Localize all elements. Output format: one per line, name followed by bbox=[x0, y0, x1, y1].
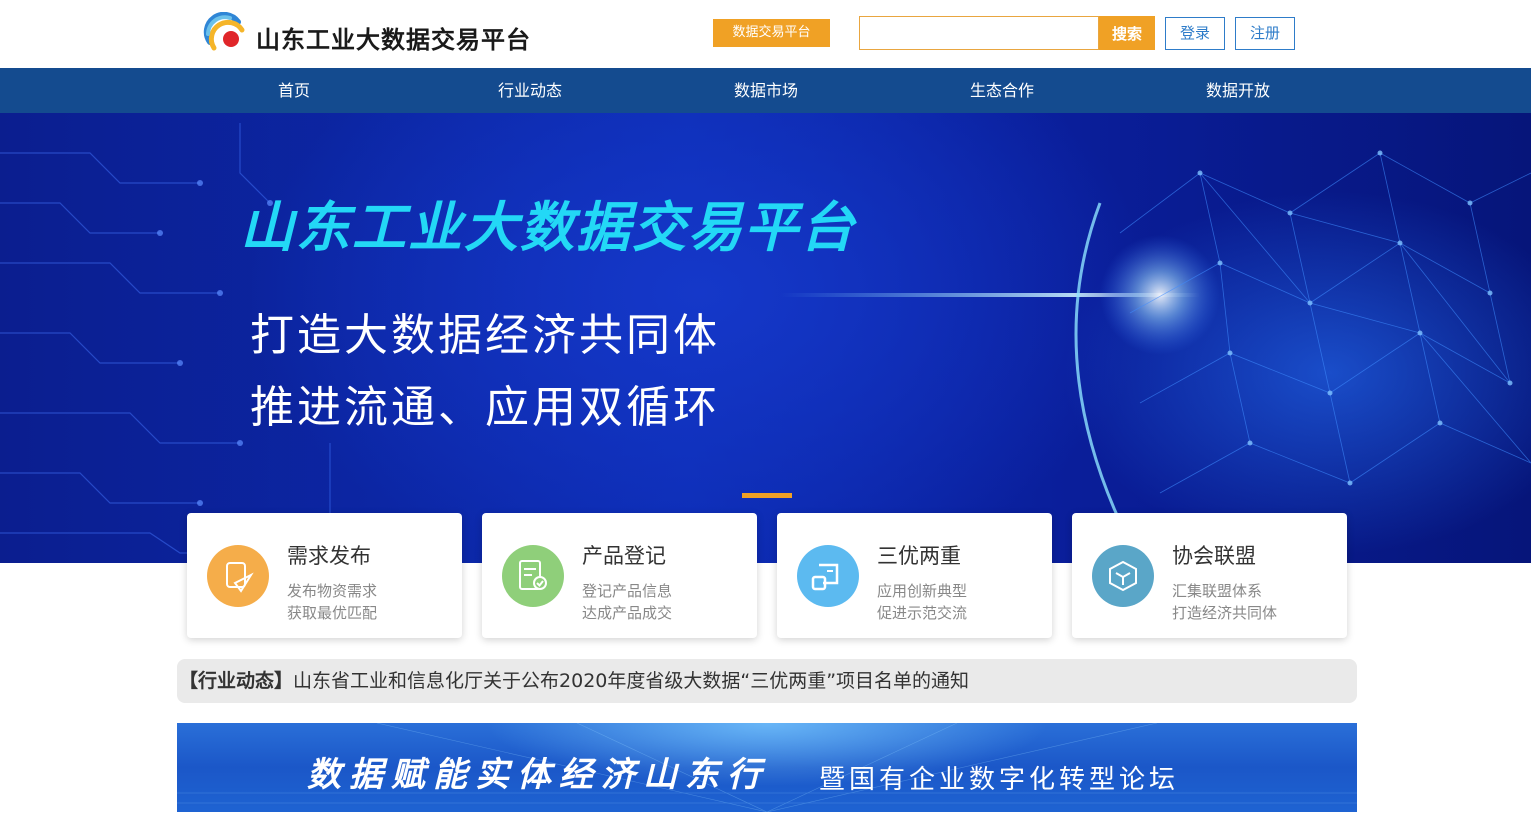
forum-subtitle: 暨国有企业数字化转型论坛 bbox=[819, 765, 1180, 795]
login-button[interactable]: 登录 bbox=[1165, 17, 1225, 50]
news-headline-link[interactable]: 山东省工业和信息化厅关于公布2020年度省级大数据“三优两重”项目名单的通知 bbox=[293, 670, 969, 692]
card-subtitle: 应用创新典型 bbox=[877, 582, 968, 600]
card-demand-publish[interactable]: 需求发布 发布物资需求 获取最优匹配 bbox=[187, 513, 462, 638]
card-title: 协会联盟 bbox=[1172, 544, 1256, 568]
banner-slogan-1: 打造大数据经济共同体 bbox=[250, 310, 720, 361]
card-subtitle: 促进示范交流 bbox=[877, 604, 968, 622]
card-association-alliance[interactable]: 协会联盟 汇集联盟体系 打造经济共同体 bbox=[1072, 513, 1347, 638]
logo-icon[interactable] bbox=[202, 12, 248, 58]
banner-slogan-2: 推进流通、应用双循环 bbox=[250, 382, 720, 433]
platform-badge[interactable]: 数据交易平台 bbox=[713, 19, 830, 47]
nav-item-ecosystem[interactable]: 生态合作 bbox=[884, 68, 1120, 113]
scroll-icon bbox=[797, 545, 859, 607]
card-subtitle: 打造经济共同体 bbox=[1172, 604, 1278, 622]
card-subtitle: 发布物资需求 bbox=[287, 582, 378, 600]
hero-banner[interactable]: 山东工业大数据交易平台 打造大数据经济共同体 推进流通、应用双循环 bbox=[0, 113, 1531, 563]
banner-title: 山东工业大数据交易平台 bbox=[240, 196, 856, 259]
carousel-indicator-active[interactable] bbox=[742, 493, 792, 498]
card-three-excellent[interactable]: 三优两重 应用创新典型 促进示范交流 bbox=[777, 513, 1052, 638]
card-title: 需求发布 bbox=[287, 544, 371, 568]
news-ticker[interactable]: 【行业动态】山东省工业和信息化厅关于公布2020年度省级大数据“三优两重”项目名… bbox=[177, 659, 1357, 703]
main-nav: 首页 行业动态 数据市场 生态合作 数据开放 bbox=[0, 68, 1531, 113]
card-title: 三优两重 bbox=[877, 544, 961, 568]
register-button[interactable]: 注册 bbox=[1235, 17, 1295, 50]
nav-item-industry-news[interactable]: 行业动态 bbox=[412, 68, 648, 113]
search-button[interactable]: 搜索 bbox=[1099, 16, 1155, 50]
card-title: 产品登记 bbox=[582, 544, 666, 568]
card-subtitle: 达成产品成交 bbox=[582, 604, 673, 622]
send-icon bbox=[207, 545, 269, 607]
nav-item-home[interactable]: 首页 bbox=[176, 68, 412, 113]
card-subtitle: 登记产品信息 bbox=[582, 582, 673, 600]
document-check-icon bbox=[502, 545, 564, 607]
nav-item-open-data[interactable]: 数据开放 bbox=[1120, 68, 1356, 113]
search-input[interactable] bbox=[859, 16, 1099, 50]
card-product-register[interactable]: 产品登记 登记产品信息 达成产品成交 bbox=[482, 513, 757, 638]
card-subtitle: 获取最优匹配 bbox=[287, 604, 378, 622]
brand-name[interactable]: 山东工业大数据交易平台 bbox=[256, 20, 531, 55]
news-category-tag: 【行业动态】 bbox=[179, 670, 294, 692]
site-header: 山东工业大数据交易平台 数据交易平台 搜索 登录 注册 bbox=[0, 0, 1531, 68]
cube-icon bbox=[1092, 545, 1154, 607]
forum-title: 数据赋能实体经济山东行 bbox=[307, 755, 769, 795]
nav-item-data-market[interactable]: 数据市场 bbox=[648, 68, 884, 113]
forum-banner[interactable]: 数据赋能实体经济山东行 暨国有企业数字化转型论坛 bbox=[177, 723, 1357, 812]
card-subtitle: 汇集联盟体系 bbox=[1172, 582, 1263, 600]
